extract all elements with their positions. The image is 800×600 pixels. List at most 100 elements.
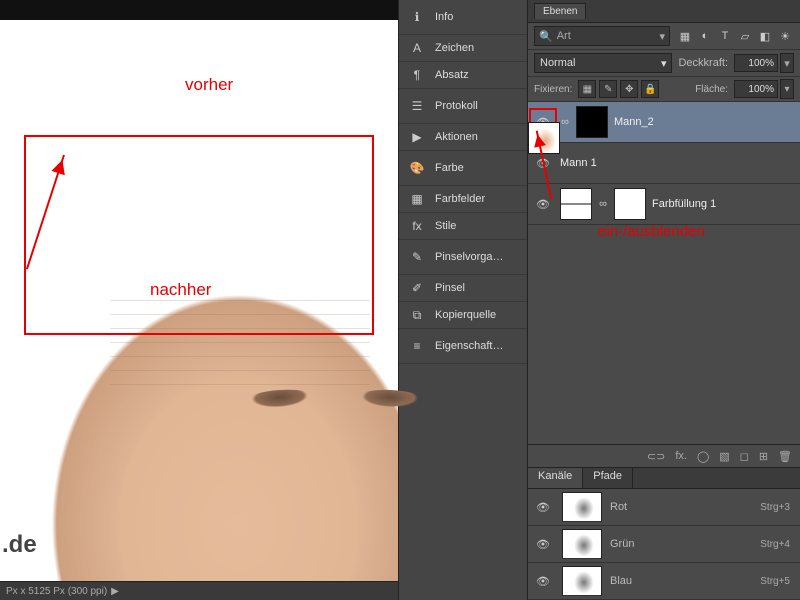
channel-name: Blau: [610, 575, 632, 587]
panel-shortcut-protokoll[interactable]: ☰ Protokoll: [399, 89, 527, 124]
panel-shortcut-zeichen[interactable]: A Zeichen: [399, 35, 527, 62]
panel-icon: ☰: [409, 99, 425, 113]
panel-icon: ▦: [409, 192, 425, 206]
lock-toggle[interactable]: ✥: [620, 80, 638, 98]
channel-shortcut: Strg+5: [760, 576, 796, 587]
filter-icon[interactable]: ◧: [756, 27, 774, 45]
panel-icon: ≡: [409, 339, 425, 353]
panel-icon: fx: [409, 219, 425, 233]
panel-icon: ✐: [409, 281, 425, 295]
panel-shortcut-farbfelder[interactable]: ▦Farbfelder: [399, 186, 527, 213]
layer-name[interactable]: Farbfüllung 1: [652, 198, 796, 210]
panel-label: Pinselvorga…: [435, 251, 517, 263]
panel-label: Pinsel: [435, 282, 517, 294]
opacity-stepper[interactable]: ▾: [780, 53, 794, 73]
channels-panel: Kanäle Pfade 👁RotStrg+3👁GrünStrg+4👁BlauS…: [528, 467, 800, 600]
status-menu-chevron[interactable]: ▶: [111, 586, 119, 597]
visibility-toggle[interactable]: 👁: [532, 496, 554, 518]
panel-label: Farbe: [435, 162, 517, 174]
panels-column: Ebenen 🔍 Art ▾ ▦◐T▱◧☀ Normal▾ Deckkraft:…: [528, 0, 800, 600]
tab-layers[interactable]: Ebenen: [534, 3, 586, 19]
tab-channels[interactable]: Kanäle: [528, 468, 583, 488]
panel-icon: A: [409, 41, 425, 55]
panel-icon: ✎: [409, 250, 425, 264]
panel-label: Info: [435, 11, 517, 23]
lock-toggle[interactable]: ✎: [599, 80, 617, 98]
panel-shortcut-kopierquelle[interactable]: ⧉Kopierquelle: [399, 302, 527, 329]
panel-shortcut-eigenschaft[interactable]: ≡ Eigenschaft…: [399, 329, 527, 364]
panel-shortcut-aktionen[interactable]: ▶Aktionen: [399, 124, 527, 151]
link-icon[interactable]: ∞: [598, 198, 608, 210]
annotation-text: ein-/ausblenden: [588, 217, 715, 246]
search-icon: 🔍: [539, 30, 553, 43]
layers-filter-toolbar: 🔍 Art ▾ ▦◐T▱◧☀: [528, 23, 800, 50]
channel-thumb[interactable]: [562, 529, 602, 559]
channel-row[interactable]: 👁 Blau Strg+5: [528, 563, 800, 600]
filter-icon[interactable]: ☀: [776, 27, 794, 45]
layers-footer-button[interactable]: 🗑: [778, 450, 792, 463]
mask-thumb[interactable]: [576, 106, 608, 138]
panel-shortcut-stile[interactable]: fx Stile: [399, 213, 527, 240]
opacity-label: Deckkraft:: [678, 57, 728, 69]
panel-shortcut-absatz[interactable]: ¶Absatz: [399, 62, 527, 89]
layers-panel-footer: ⊂⊃ fx. ◯ ▧ ◻ ⊞ 🗑: [528, 444, 800, 467]
layer-name[interactable]: Mann 1: [560, 157, 796, 169]
panel-shortcut-pinselvorga[interactable]: ✎ Pinselvorga…: [399, 240, 527, 275]
chevron-down-icon: ▾: [661, 57, 667, 70]
layers-panel-tabbar: Ebenen: [528, 0, 800, 23]
opacity-input[interactable]: [734, 54, 778, 72]
layers-footer-button[interactable]: ⊞: [759, 450, 768, 463]
layer-filter-value: Art: [557, 30, 571, 42]
layer-filter-search[interactable]: 🔍 Art ▾: [534, 26, 670, 46]
filter-icon[interactable]: T: [716, 27, 734, 45]
channels-tabbar: Kanäle Pfade: [528, 468, 800, 489]
layers-footer-button[interactable]: ◯: [697, 450, 709, 463]
panel-shortcut-farbe[interactable]: 🎨Farbe: [399, 151, 527, 186]
layers-footer-button[interactable]: fx.: [675, 450, 687, 462]
panel-icon: ℹ: [409, 10, 425, 24]
filter-icon[interactable]: ▱: [736, 27, 754, 45]
channel-row[interactable]: 👁RotStrg+3: [528, 489, 800, 526]
layer-thumb[interactable]: [560, 188, 592, 220]
tab-paths[interactable]: Pfade: [583, 468, 633, 488]
layers-footer-button[interactable]: ⊂⊃: [647, 450, 665, 463]
blend-mode-select[interactable]: Normal▾: [534, 53, 672, 73]
layer-row[interactable]: 👁Mann 1: [528, 143, 800, 184]
layers-footer-button[interactable]: ▧: [719, 450, 729, 463]
panel-label: Stile: [435, 220, 517, 232]
panel-shortcut-info[interactable]: ℹ Info: [399, 0, 527, 35]
panel-label: Aktionen: [435, 131, 517, 143]
link-icon[interactable]: ∞: [560, 116, 570, 128]
lock-label: Fixieren:: [534, 84, 572, 95]
visibility-toggle[interactable]: 👁: [532, 570, 554, 592]
status-bar: Px x 5125 Px (300 ppi) ▶: [0, 581, 398, 600]
canvas[interactable]: vorher nachher .de: [0, 0, 398, 581]
panel-label: Protokoll: [435, 100, 517, 112]
channel-shortcut: Strg+4: [760, 539, 796, 550]
channel-thumb[interactable]: [562, 566, 602, 596]
label-before: vorher: [185, 75, 233, 95]
collapsed-panels-dock: ℹ Info A Zeichen ¶Absatz ☰ Protokoll ▶Aktionen🎨…: [398, 0, 528, 600]
lock-toggle[interactable]: 🔒: [641, 80, 659, 98]
panel-icon: ⧉: [409, 308, 425, 323]
channel-row[interactable]: 👁 Grün Strg+4: [528, 526, 800, 563]
channel-name: Rot: [610, 501, 627, 513]
layer-row[interactable]: 👁∞Mann_2: [528, 102, 800, 143]
filter-icon[interactable]: ◐: [696, 27, 714, 45]
watermark: .de: [2, 531, 37, 559]
channel-name: Grün: [610, 538, 634, 550]
channel-thumb[interactable]: [562, 492, 602, 522]
visibility-toggle[interactable]: 👁: [532, 533, 554, 555]
fill-input[interactable]: [734, 80, 778, 98]
panel-label: Zeichen: [435, 42, 517, 54]
panel-shortcut-pinsel[interactable]: ✐ Pinsel: [399, 275, 527, 302]
lock-toggle[interactable]: ▦: [578, 80, 596, 98]
mask-thumb[interactable]: [614, 188, 646, 220]
filter-icon[interactable]: ▦: [676, 27, 694, 45]
layers-footer-button[interactable]: ◻: [740, 450, 749, 463]
layer-name[interactable]: Mann_2: [614, 116, 796, 128]
panel-label: Eigenschaft…: [435, 340, 517, 352]
chevron-down-icon: ▾: [659, 30, 665, 43]
fill-stepper[interactable]: ▾: [780, 79, 794, 99]
layers-list-area: 👁∞Mann_2👁Mann 1👁∞Farbfüllung 1 ein-/ausb…: [528, 102, 800, 444]
